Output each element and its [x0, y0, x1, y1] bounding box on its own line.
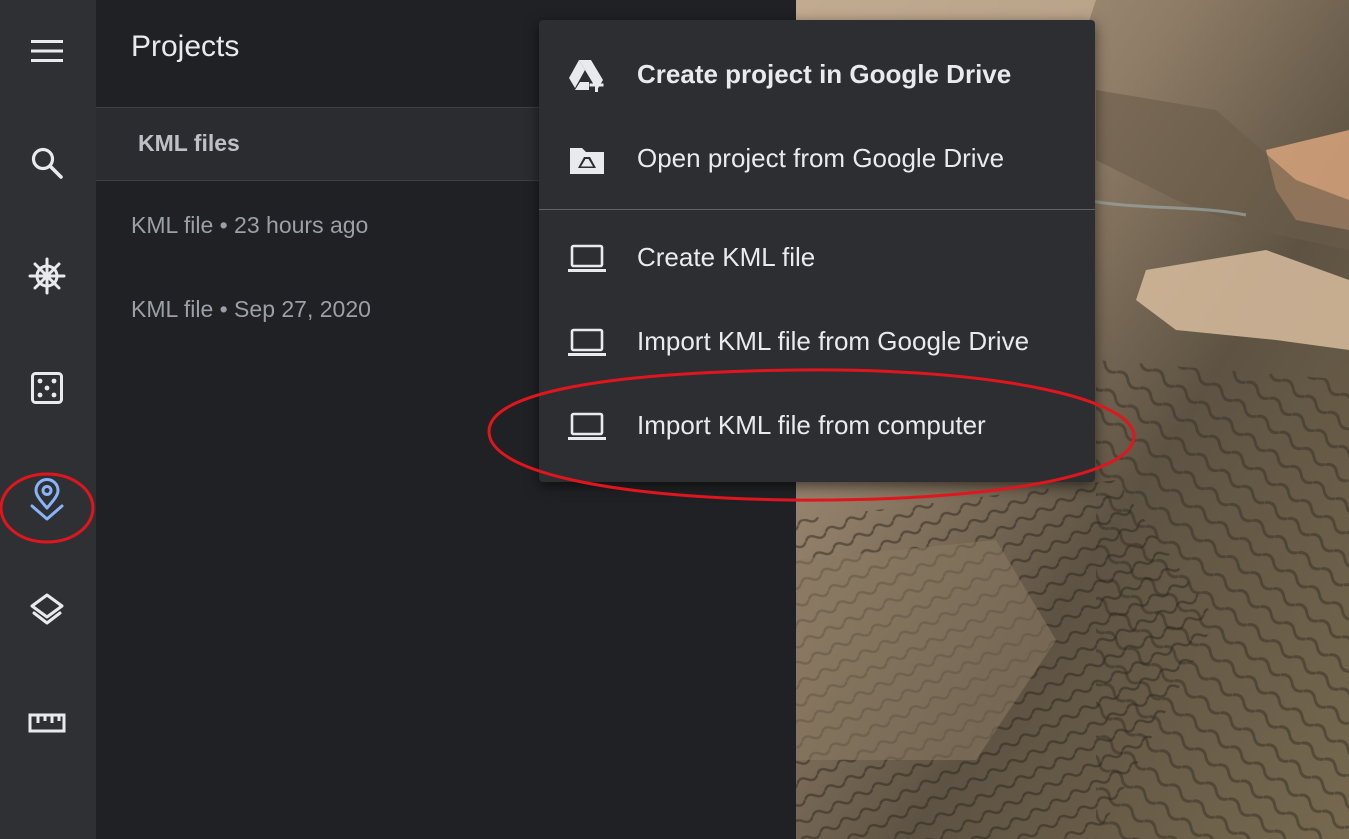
measure-icon — [28, 713, 66, 733]
file-label: KML file • 23 hours ago — [131, 212, 369, 238]
create-kml-file-menu-item[interactable]: Create KML file — [539, 217, 1095, 301]
menu-item-label: Import KML file from computer — [637, 410, 986, 440]
menu-item-label: Import KML file from Google Drive — [637, 326, 1030, 356]
page-title: Projects — [131, 30, 240, 63]
projects-icon — [30, 478, 64, 521]
new-project-menu: Create project in Google Drive Open proj… — [539, 20, 1095, 482]
import-kml-drive-menu-item[interactable]: Import KML file from Google Drive — [539, 301, 1095, 385]
menu-divider — [539, 209, 1095, 210]
laptop-icon — [567, 239, 607, 279]
laptop-icon — [567, 407, 607, 447]
projects-button[interactable] — [18, 471, 76, 529]
voyager-icon — [28, 257, 66, 295]
feeling-lucky-button[interactable] — [18, 359, 76, 417]
section-label: KML files — [138, 130, 240, 156]
menu-button[interactable] — [18, 22, 76, 80]
measure-button[interactable] — [18, 694, 76, 752]
file-label: KML file • Sep 27, 2020 — [131, 296, 371, 322]
open-project-drive-menu-item[interactable]: Open project from Google Drive — [539, 118, 1095, 202]
menu-item-label: Create project in Google Drive — [637, 59, 1012, 89]
map-style-button[interactable] — [18, 581, 76, 639]
map-style-icon — [30, 593, 64, 625]
drive-folder-icon — [567, 140, 607, 180]
voyager-button[interactable] — [18, 247, 76, 305]
search-button[interactable] — [18, 134, 76, 192]
menu-icon — [31, 40, 63, 62]
menu-item-label: Open project from Google Drive — [637, 143, 1005, 173]
import-kml-computer-menu-item[interactable]: Import KML file from computer — [539, 385, 1095, 469]
nav-rail — [0, 0, 96, 839]
search-icon — [31, 147, 63, 179]
feeling-lucky-icon — [31, 372, 63, 404]
drive-add-icon — [567, 56, 607, 96]
create-project-drive-menu-item[interactable]: Create project in Google Drive — [539, 34, 1095, 118]
menu-item-label: Create KML file — [637, 242, 816, 272]
laptop-icon — [567, 323, 607, 363]
